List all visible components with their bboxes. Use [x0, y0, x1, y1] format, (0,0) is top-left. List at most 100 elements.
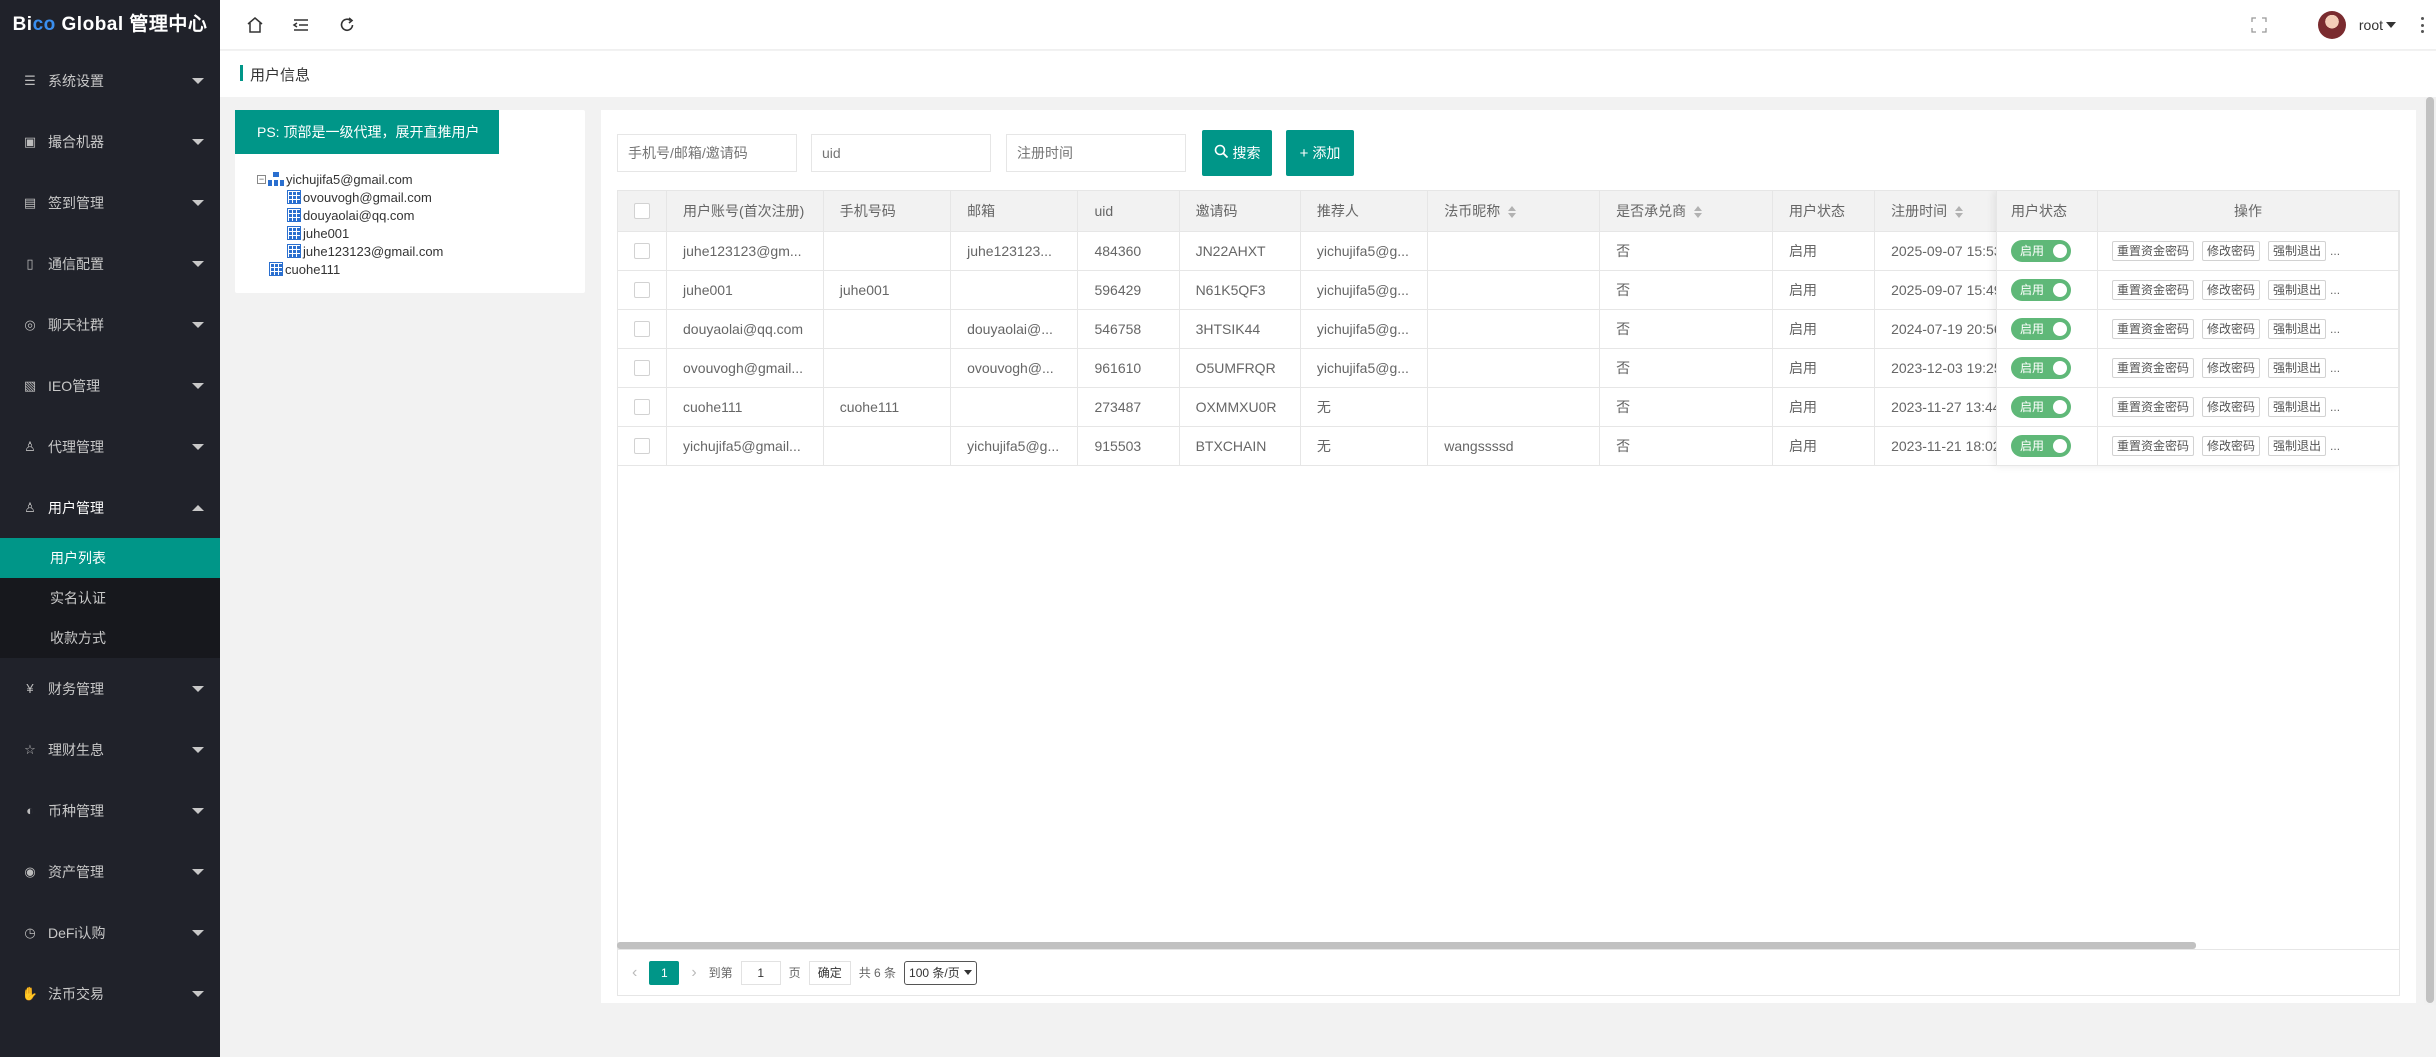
hand-icon: ✋	[21, 985, 39, 1001]
next-page-icon[interactable]: ›	[691, 964, 696, 982]
more-ops-ellipsis[interactable]: ...	[2330, 322, 2340, 336]
row-checkbox[interactable]	[634, 360, 650, 377]
more-vertical-icon[interactable]	[2416, 14, 2428, 36]
select-all-checkbox[interactable]	[634, 203, 650, 220]
cell-email: douyaolai@...	[950, 309, 1079, 349]
cell-status-switch: 启用	[1996, 270, 2098, 310]
status-toggle[interactable]: 启用	[2011, 356, 2071, 379]
sidebar-item-fiat-trade[interactable]: ✋ 法币交易	[0, 963, 220, 1024]
tree-node-child[interactable]: juhe123123@gmail.com	[257, 242, 443, 260]
change-password-button[interactable]: 修改密码	[2202, 357, 2261, 378]
sidebar-item-system-settings[interactable]: ☰ 系统设置	[0, 50, 220, 111]
reset-fund-password-button[interactable]: 重置资金密码	[2112, 240, 2195, 261]
change-password-button[interactable]: 修改密码	[2202, 240, 2261, 261]
status-toggle[interactable]: 启用	[2011, 278, 2071, 301]
collapse-menu-icon[interactable]	[290, 14, 312, 36]
cell-acceptor: 否	[1599, 426, 1773, 466]
goto-confirm-button[interactable]: 确定	[808, 960, 851, 985]
chevron-down-icon	[192, 807, 204, 814]
force-logout-button[interactable]: 强制退出	[2268, 435, 2327, 456]
change-password-button[interactable]: 修改密码	[2202, 396, 2261, 417]
more-ops-ellipsis[interactable]: ...	[2330, 439, 2340, 453]
col-header-reg-time[interactable]: 注册时间	[1874, 191, 2005, 232]
change-password-button[interactable]: 修改密码	[2202, 435, 2261, 456]
add-button[interactable]: + 添加	[1286, 130, 1354, 176]
force-logout-button[interactable]: 强制退出	[2268, 357, 2327, 378]
submenu-real-name[interactable]: 实名认证	[0, 578, 220, 618]
submenu-user-list[interactable]: 用户列表	[0, 538, 220, 578]
row-checkbox[interactable]	[634, 321, 650, 338]
register-time-input[interactable]	[1006, 134, 1186, 172]
goto-page-input[interactable]: 1	[740, 960, 781, 985]
page-title-bar: 用户信息	[220, 51, 2436, 97]
sidebar-item-checkin[interactable]: ▤ 签到管理	[0, 172, 220, 233]
sidebar-item-label: 币种管理	[48, 802, 104, 819]
sort-icon[interactable]	[1955, 206, 1964, 219]
goto-label: 到第	[708, 966, 733, 980]
home-icon[interactable]	[244, 14, 266, 36]
sidebar-item-finance[interactable]: ¥ 财务管理	[0, 658, 220, 719]
force-logout-button[interactable]: 强制退出	[2268, 279, 2327, 300]
tree-node-child[interactable]: juhe001	[257, 224, 443, 242]
sidebar-item-matching-robot[interactable]: ▣ 撮合机器	[0, 111, 220, 172]
row-checkbox[interactable]	[634, 438, 650, 455]
submenu-payment-methods[interactable]: 收款方式	[0, 618, 220, 658]
collapse-toggle-icon[interactable]: −	[257, 174, 266, 184]
status-toggle[interactable]: 启用	[2011, 239, 2071, 262]
status-toggle[interactable]: 启用	[2011, 434, 2071, 457]
change-password-button[interactable]: 修改密码	[2202, 318, 2261, 339]
reset-fund-password-button[interactable]: 重置资金密码	[2112, 357, 2195, 378]
app-logo[interactable]: Bico Global 管理中心	[0, 0, 220, 50]
tree-node-child[interactable]: ovouvogh@gmail.com	[257, 188, 443, 206]
sidebar-item-currency[interactable]: ◐ 币种管理	[0, 780, 220, 841]
change-password-button[interactable]: 修改密码	[2202, 279, 2261, 300]
col-header-acceptor[interactable]: 是否承兑商	[1599, 191, 1773, 232]
more-ops-ellipsis[interactable]: ...	[2330, 400, 2340, 414]
sort-icon[interactable]	[1694, 206, 1703, 219]
force-logout-button[interactable]: 强制退出	[2268, 396, 2327, 417]
chevron-down-icon	[192, 443, 204, 450]
more-ops-ellipsis[interactable]: ...	[2330, 361, 2340, 375]
fullscreen-icon[interactable]	[2248, 14, 2270, 36]
sidebar-item-agent[interactable]: ♙ 代理管理	[0, 416, 220, 477]
reset-fund-password-button[interactable]: 重置资金密码	[2112, 279, 2195, 300]
search-button[interactable]: 搜索	[1202, 130, 1272, 176]
tree-node-root[interactable]: − yichujifa5@gmail.com	[257, 170, 443, 188]
sidebar-item-wealth[interactable]: ☆ 理财生息	[0, 719, 220, 780]
sidebar-item-chat-group[interactable]: ◎ 聊天社群	[0, 294, 220, 355]
sidebar-item-assets[interactable]: ◉ 资产管理	[0, 841, 220, 902]
sidebar-item-defi[interactable]: ◷ DeFi认购	[0, 902, 220, 963]
horizontal-scrollbar[interactable]	[617, 942, 2196, 949]
reset-fund-password-button[interactable]: 重置资金密码	[2112, 396, 2195, 417]
prev-page-icon[interactable]: ‹	[632, 964, 637, 982]
more-ops-ellipsis[interactable]: ...	[2330, 244, 2340, 258]
row-checkbox[interactable]	[634, 282, 650, 299]
user-menu[interactable]: root	[2317, 10, 2396, 40]
col-header-nickname[interactable]: 法币昵称	[1427, 191, 1601, 232]
force-logout-button[interactable]: 强制退出	[2268, 318, 2327, 339]
row-checkbox[interactable]	[634, 243, 650, 260]
vertical-scrollbar[interactable]	[2424, 97, 2436, 1005]
sort-icon[interactable]	[1508, 206, 1517, 219]
status-toggle[interactable]: 启用	[2011, 317, 2071, 340]
uid-search-input[interactable]	[811, 134, 991, 172]
force-logout-button[interactable]: 强制退出	[2268, 240, 2327, 261]
more-ops-ellipsis[interactable]: ...	[2330, 283, 2340, 297]
row-checkbox[interactable]	[634, 399, 650, 416]
sidebar-item-ieo[interactable]: ▧ IEO管理	[0, 355, 220, 416]
current-page[interactable]: 1	[649, 960, 680, 985]
page-size-select[interactable]: 100 条/页	[904, 960, 977, 985]
reset-fund-password-button[interactable]: 重置资金密码	[2112, 435, 2195, 456]
ps-hint-button[interactable]: PS: 顶部是一级代理，展开直推用户	[235, 110, 499, 154]
vertical-scrollbar-thumb[interactable]	[2426, 97, 2434, 1003]
tree-node-child[interactable]: douyaolai@qq.com	[257, 206, 443, 224]
reset-fund-password-button[interactable]: 重置资金密码	[2112, 318, 2195, 339]
account-search-input[interactable]	[617, 134, 797, 172]
col-header-email: 邮箱	[950, 191, 1079, 232]
refresh-icon[interactable]	[336, 14, 358, 36]
sidebar-item-communication[interactable]: ▯ 通信配置	[0, 233, 220, 294]
status-toggle[interactable]: 启用	[2011, 395, 2071, 418]
sidebar-item-user-management[interactable]: ♙ 用户管理	[0, 477, 220, 538]
tree-node-sibling[interactable]: cuohe111	[257, 260, 443, 278]
fixed-row: 启用 重置资金密码 修改密码 强制退出...	[1996, 270, 2399, 310]
